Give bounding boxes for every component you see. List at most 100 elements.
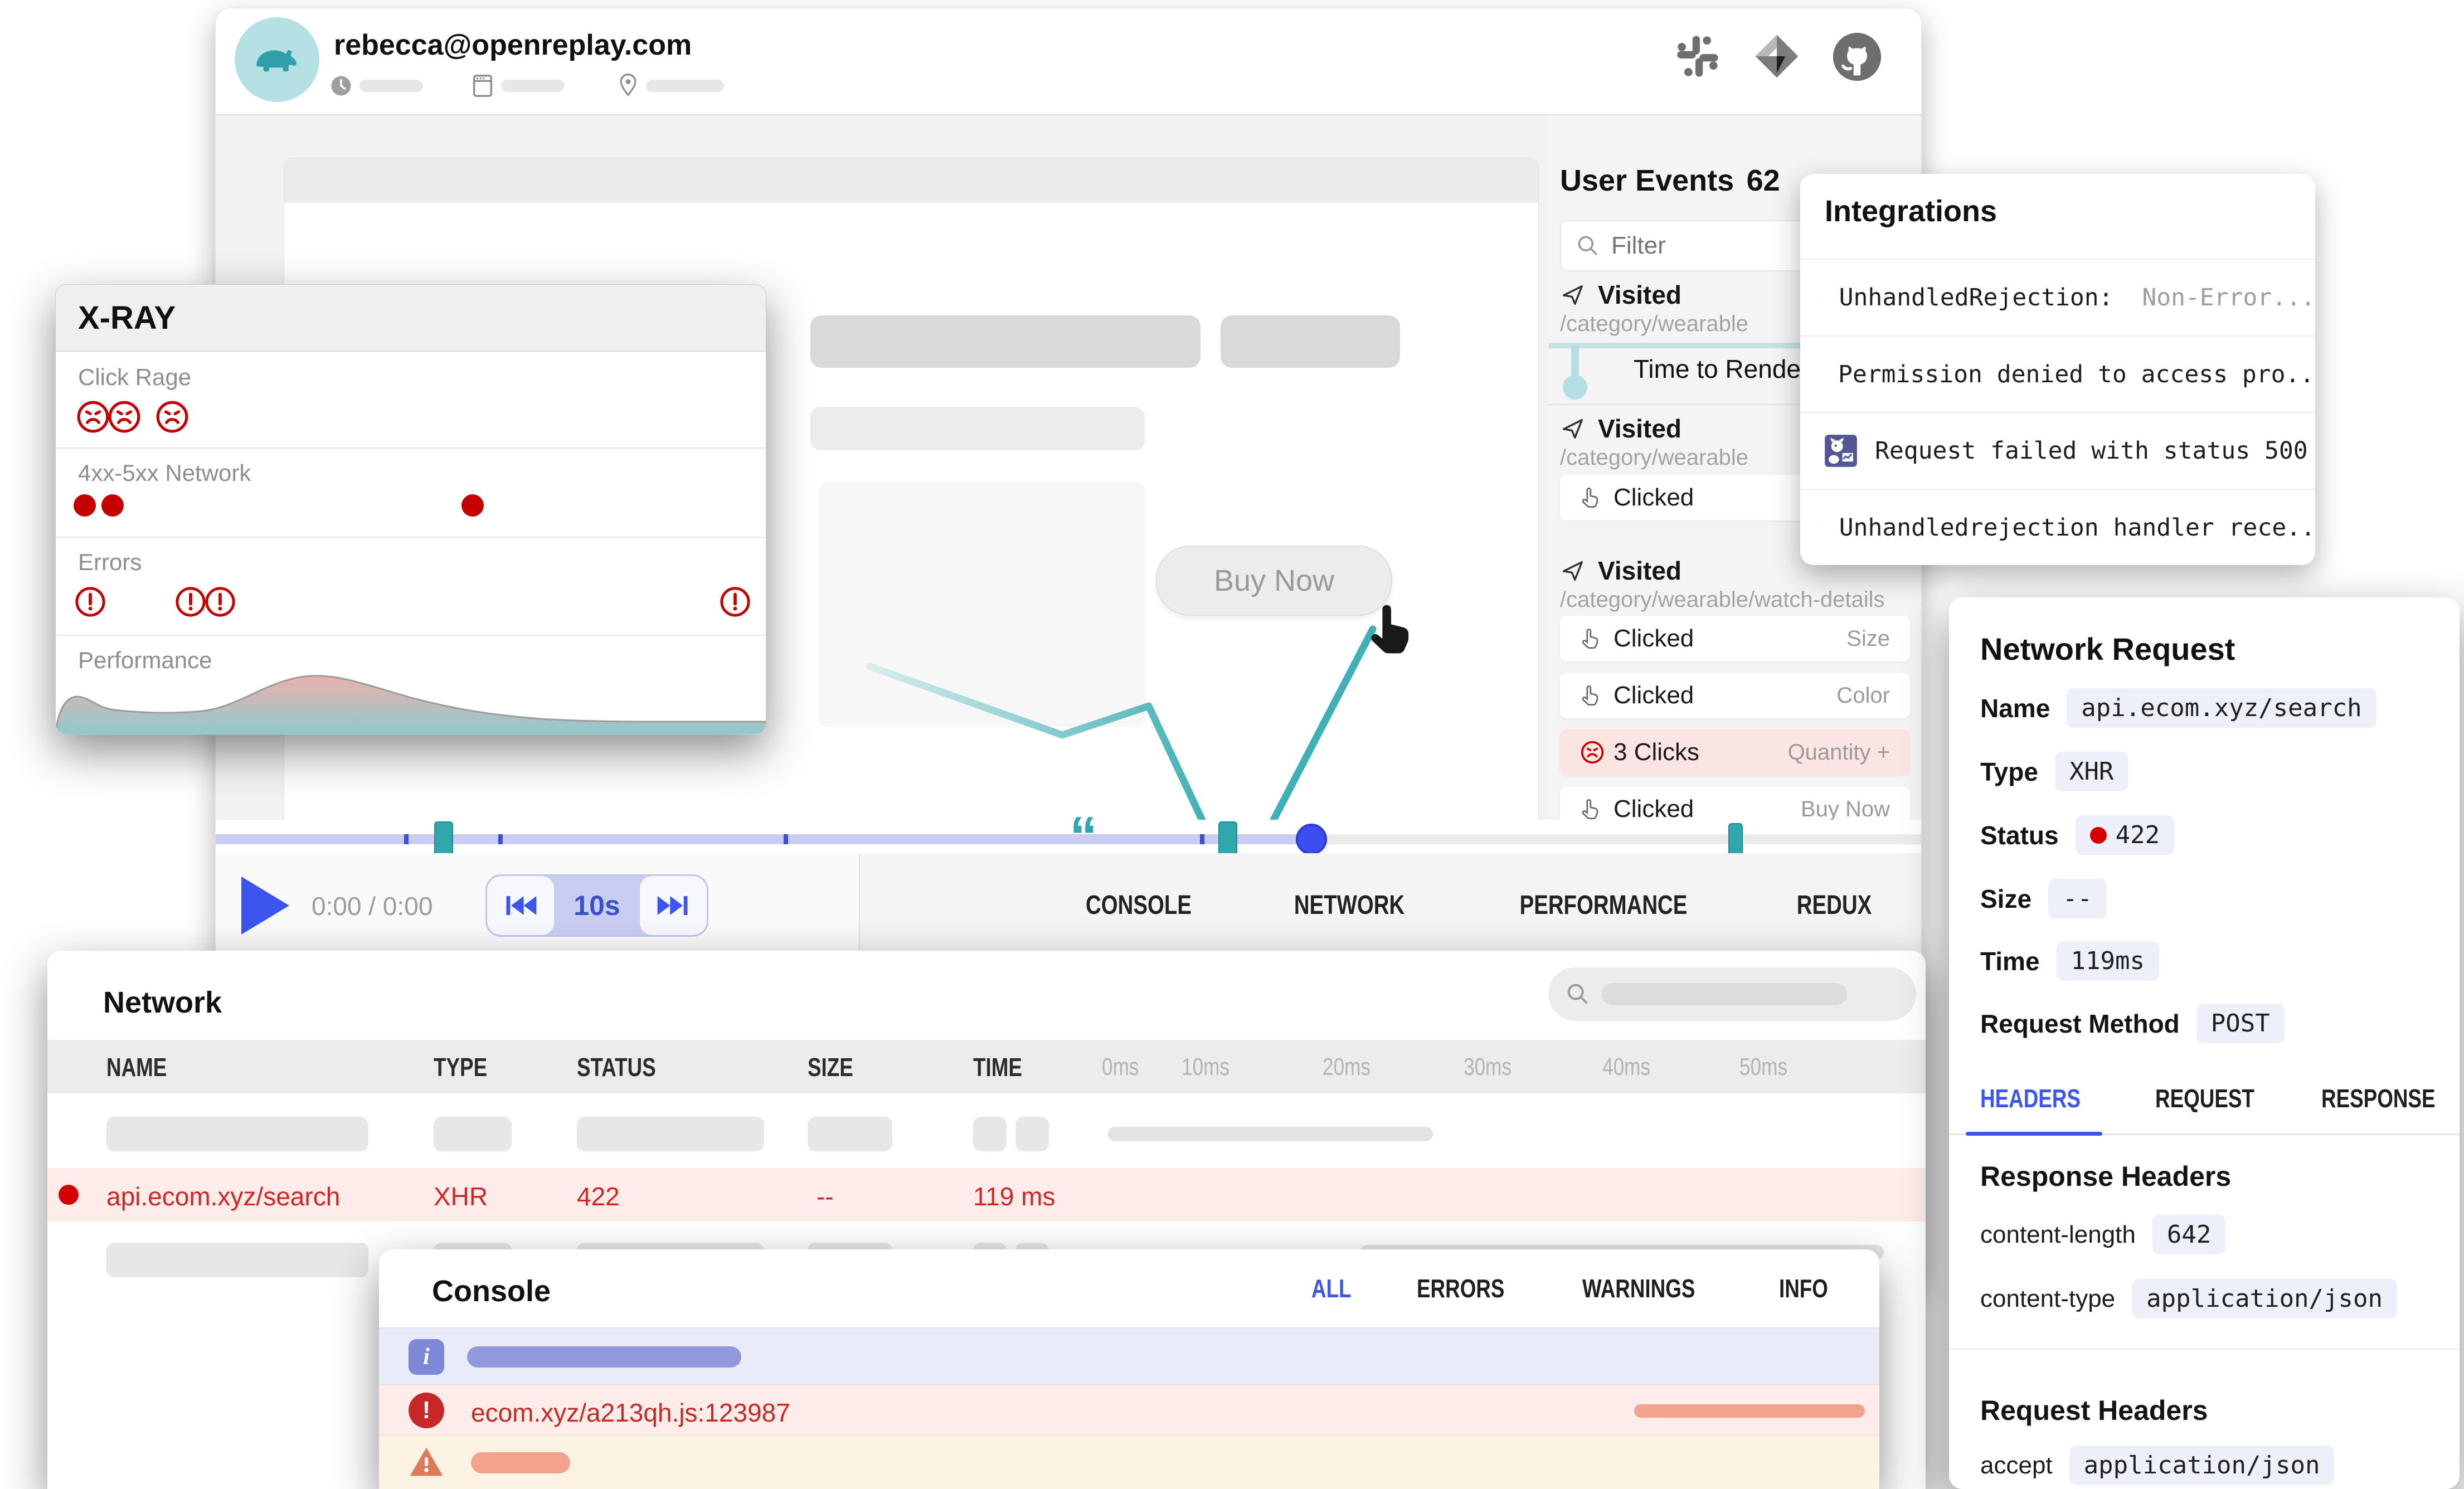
integration-item[interactable]: Request failed with status 500 (1800, 412, 2315, 489)
timeline-issue-marker[interactable] (1728, 823, 1743, 857)
playhead[interactable] (1296, 824, 1327, 855)
integration-item[interactable]: Unhandledrejection handler rece.. (1800, 489, 2315, 565)
nr-tab-request[interactable]: REQUEST (2155, 1083, 2254, 1113)
gem-icon[interactable] (1751, 31, 1802, 82)
network-row-error[interactable]: api.ecom.xyz/search XHR 422 -- 119 ms (47, 1168, 1926, 1222)
ms-label: 10ms (1182, 1053, 1229, 1081)
skip-control: 10s (485, 874, 708, 937)
field-size-value: -- (2048, 879, 2107, 918)
visited-url: /category/wearable/watch-details (1560, 587, 1885, 612)
event-visited[interactable]: Visited (1560, 413, 1681, 444)
session-topbar: rebecca@openreplay.com (216, 8, 1921, 114)
col-time[interactable]: TIME (973, 1052, 1022, 1082)
skip-back-button[interactable] (487, 876, 554, 935)
network-error-dot[interactable] (74, 494, 96, 517)
event-clicked[interactable]: Clicked Color (1560, 673, 1910, 718)
search-icon (1576, 233, 1600, 258)
ms-label: 30ms (1464, 1053, 1512, 1081)
event-visited[interactable]: Visited (1560, 280, 1681, 310)
rage-icon[interactable] (155, 400, 189, 434)
waterfall-bar (1108, 1127, 1433, 1141)
network-error-dot[interactable] (101, 494, 124, 517)
error-icon[interactable] (74, 586, 106, 618)
network-request-panel: Network Request Name api.ecom.xyz/search… (1949, 597, 2460, 1489)
console-tab-all[interactable]: ALL (1311, 1273, 1352, 1303)
field-time-value: 119ms (2057, 941, 2159, 981)
console-row-info[interactable]: i (379, 1327, 1879, 1385)
request-headers-title: Request Headers (1980, 1394, 2208, 1427)
user-events-title: User Events (1560, 164, 1734, 197)
ttr-label[interactable]: Time to Render (1634, 354, 1809, 384)
ms-label: 40ms (1602, 1053, 1650, 1081)
error-icon[interactable] (204, 586, 236, 618)
col-name[interactable]: NAME (106, 1052, 167, 1082)
timeline-event-tick[interactable] (404, 834, 409, 844)
elastic-icon (1823, 509, 1824, 546)
network-error-dot[interactable] (461, 494, 484, 517)
console-tab-warnings[interactable]: WARNINGS (1582, 1273, 1695, 1303)
request-type: XHR (434, 1181, 488, 1211)
integration-item[interactable]: Permission denied to access pro... (1800, 335, 2315, 412)
request-time: 119 ms (973, 1181, 1055, 1211)
buy-now-button[interactable]: Buy Now (1156, 546, 1392, 616)
search-skeleton (1602, 983, 1847, 1005)
play-button[interactable] (241, 877, 289, 935)
timeline-event-tick[interactable] (498, 834, 503, 844)
nr-tab-response[interactable]: RESPONSE (2321, 1083, 2436, 1113)
timeline-event-tick[interactable] (1200, 834, 1204, 844)
console-tab-errors[interactable]: ERRORS (1417, 1273, 1504, 1303)
timeline-track-rest[interactable] (1311, 834, 1921, 844)
tab-console[interactable]: CONSOLE (1086, 890, 1192, 921)
field-name: Name api.ecom.xyz/search (1980, 688, 2376, 728)
col-status[interactable]: STATUS (577, 1052, 656, 1082)
search-icon (1565, 981, 1591, 1007)
integrations-panel: Integrations UnhandledRejection: Non-Err… (1800, 174, 2315, 565)
meta-skeleton (646, 80, 724, 92)
browser-icon (470, 71, 495, 100)
github-icon[interactable] (1831, 31, 1883, 83)
event-rage-clicks[interactable]: 3 Clicks Quantity + (1560, 729, 1910, 775)
skip-amount[interactable]: 10s (554, 876, 640, 935)
network-row-skeleton[interactable] (47, 1107, 1926, 1162)
event-visited[interactable]: Visited (1560, 556, 1681, 586)
avatar (235, 17, 319, 102)
clock-icon (329, 74, 353, 98)
meta-skeleton (501, 80, 565, 92)
console-skeleton (471, 1452, 570, 1473)
skip-forward-button[interactable] (640, 876, 707, 935)
info-icon: i (409, 1339, 444, 1375)
error-icon[interactable] (719, 586, 751, 618)
console-row-warning[interactable] (379, 1434, 1879, 1489)
rage-icon[interactable] (76, 400, 110, 434)
col-type[interactable]: TYPE (434, 1052, 487, 1082)
xray-header: X-RAY (56, 285, 766, 352)
tab-performance[interactable]: PERFORMANCE (1520, 890, 1688, 921)
col-size[interactable]: SIZE (808, 1052, 853, 1082)
header-accept: accept application/json (1980, 1446, 2334, 1485)
error-icon[interactable] (174, 586, 207, 618)
mockup-skeleton (810, 407, 1145, 450)
network-title: Network (103, 985, 222, 1020)
timeline-track-played[interactable] (216, 834, 1311, 844)
mockup-skeleton (1221, 315, 1400, 368)
click-target: Quantity + (1788, 740, 1890, 765)
console-tab-info[interactable]: INFO (1779, 1273, 1828, 1303)
tab-network[interactable]: NETWORK (1294, 890, 1404, 921)
player-controls-bar: 0:00 / 0:00 10s CONSOLE NETWORK PERFORMA… (216, 853, 1921, 959)
slack-icon[interactable] (1675, 34, 1720, 79)
nr-tab-headers[interactable]: HEADERS (1980, 1083, 2081, 1113)
rage-icon[interactable] (107, 400, 142, 434)
event-clicked[interactable]: Clicked Size (1560, 616, 1910, 661)
buy-now-label: Buy Now (1214, 563, 1334, 598)
console-window: Console ALL ERRORS WARNINGS INFO i ! eco… (379, 1249, 1879, 1489)
timeline-event-tick[interactable] (784, 834, 788, 844)
tab-redux[interactable]: REDUX (1797, 890, 1872, 921)
warning-icon (409, 1444, 444, 1480)
field-status-value: 422 (2076, 815, 2174, 855)
console-row-error[interactable]: ! ecom.xyz/a213qh.js:123987 (379, 1384, 1879, 1436)
visited-url: /category/wearable (1560, 312, 1748, 337)
event-clicked[interactable]: Clicked Buy Now (1560, 786, 1910, 820)
network-search[interactable] (1548, 967, 1916, 1021)
nr-tab-active-underline (1966, 1132, 2102, 1136)
integration-item[interactable]: UnhandledRejection: Non-Error... (1800, 259, 2315, 335)
